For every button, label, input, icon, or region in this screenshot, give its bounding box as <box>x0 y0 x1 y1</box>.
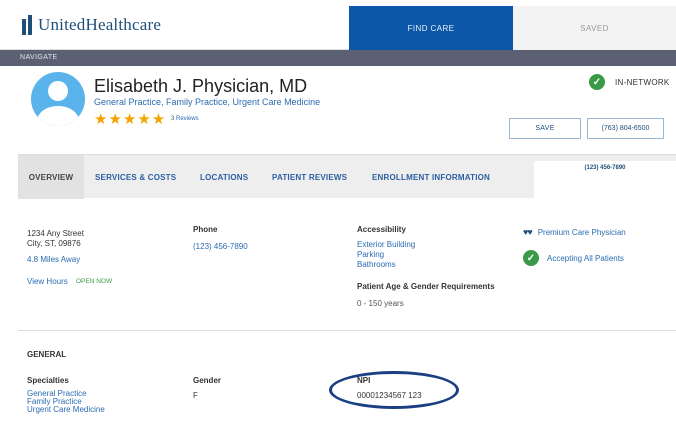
check-circle-icon: ✓ <box>589 74 605 90</box>
accessibility-item: Exterior Building <box>357 240 416 249</box>
tab-phone-number[interactable]: (123) 456-7890 <box>534 161 676 199</box>
avatar-head-icon <box>48 81 68 101</box>
profile-tabs: OVERVIEW SERVICES & COSTS LOCATIONS PATI… <box>18 154 676 199</box>
specialty-item: Urgent Care Medicine <box>27 405 105 414</box>
logo-mark-icon <box>22 15 32 35</box>
tab-patient-reviews[interactable]: PATIENT REVIEWS <box>272 155 347 199</box>
phone-link[interactable]: (123) 456-7890 <box>193 242 248 252</box>
open-now-badge: OPEN NOW <box>76 278 113 285</box>
address-line2: City, ST, 09876 <box>27 239 81 248</box>
navigate-bar[interactable]: NAVIGATE <box>0 50 676 66</box>
top-header: UnitedHealthcare FIND CARE SAVED <box>0 0 676 50</box>
premium-hearts-icon: ♥♥ <box>523 227 533 237</box>
address-line1: 1234 Any Street <box>27 229 84 238</box>
gender-label: Gender <box>193 376 222 385</box>
unitedhealthcare-logo[interactable]: UnitedHealthcare <box>22 13 161 37</box>
accepting-patients-badge: ✓ Accepting All Patients <box>523 250 624 266</box>
avatar <box>31 72 85 126</box>
section-divider <box>18 330 676 331</box>
avatar-body-icon <box>37 106 79 126</box>
accessibility-item: Parking <box>357 250 385 259</box>
npi-highlight-ellipse <box>329 371 459 409</box>
save-button[interactable]: SAVE <box>509 118 581 139</box>
doctor-name: Elisabeth J. Physician, MD <box>94 76 308 96</box>
navigate-label: NAVIGATE <box>20 54 58 61</box>
network-status-label: IN-NETWORK <box>615 77 670 87</box>
premium-care-badge[interactable]: ♥♥ Premium Care Physician <box>523 227 626 237</box>
specialties-label: Specialties <box>27 376 69 385</box>
tab-locations[interactable]: LOCATIONS <box>200 155 248 199</box>
rating-stars-icon: ★★★★★ <box>94 111 167 128</box>
network-status: ✓ IN-NETWORK <box>589 74 670 90</box>
gender-value: F <box>193 391 198 400</box>
tab-services-costs[interactable]: SERVICES & COSTS <box>95 155 176 199</box>
reviews-link[interactable]: 3 Reviews <box>171 116 199 122</box>
logo-text: UnitedHealthcare <box>38 15 162 34</box>
view-hours-link[interactable]: View Hours <box>27 277 68 287</box>
call-phone-button[interactable]: (763) 804-6500 <box>587 118 664 139</box>
doctor-specialties: General Practice, Family Practice, Urgen… <box>94 97 321 107</box>
accepting-patients-label: Accepting All Patients <box>547 253 624 263</box>
age-range-value: 0 - 150 years <box>357 299 404 308</box>
tab-saved[interactable]: SAVED <box>513 6 676 50</box>
accessibility-item: Bathrooms <box>357 260 396 269</box>
phone-label: Phone <box>193 225 218 234</box>
accessibility-label: Accessibility <box>357 225 406 234</box>
tab-overview[interactable]: OVERVIEW <box>18 155 84 199</box>
tab-enrollment-information[interactable]: ENROLLMENT INFORMATION <box>372 155 490 199</box>
general-heading: GENERAL <box>27 350 67 359</box>
age-gender-label: Patient Age & Gender Requirements <box>357 282 495 291</box>
distance-link[interactable]: 4.8 Miles Away <box>27 255 80 265</box>
check-circle-icon: ✓ <box>523 250 539 266</box>
premium-care-label: Premium Care Physician <box>537 227 626 237</box>
tab-find-care[interactable]: FIND CARE <box>349 6 513 50</box>
